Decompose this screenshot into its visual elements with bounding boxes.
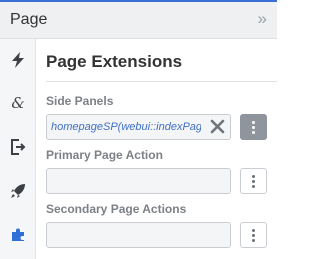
side-rail: & — [0, 39, 36, 259]
rocket-icon[interactable] — [8, 181, 28, 201]
kebab-icon — [252, 174, 255, 188]
clear-icon[interactable] — [210, 119, 225, 134]
secondary-page-actions-label: Secondary Page Actions — [46, 202, 187, 216]
panel-title: Page — [10, 11, 48, 28]
export-icon[interactable] — [8, 137, 28, 157]
puzzle-icon[interactable] — [8, 224, 28, 244]
ampersand-icon[interactable]: & — [8, 93, 28, 113]
primary-page-action-menu-button[interactable] — [240, 168, 267, 194]
secondary-page-actions-menu-button[interactable] — [240, 222, 267, 248]
double-chevron-right-icon[interactable]: » — [258, 9, 267, 29]
kebab-icon — [252, 228, 255, 242]
secondary-page-actions-field[interactable] — [46, 222, 231, 248]
side-panels-label: Side Panels — [46, 94, 114, 108]
primary-page-action-field[interactable] — [46, 168, 231, 194]
panel-header: Page » — [0, 2, 277, 39]
kebab-icon — [252, 120, 255, 134]
section-title: Page Extensions — [46, 52, 183, 71]
divider — [46, 81, 277, 82]
primary-page-action-label: Primary Page Action — [46, 148, 163, 162]
main-content: Page Extensions Side Panels homepageSP(w… — [36, 39, 277, 259]
ampersand-glyph: & — [11, 94, 25, 112]
side-panels-value: homepageSP(webui::indexPageE — [51, 121, 201, 133]
side-panels-menu-button[interactable] — [240, 114, 267, 140]
bolt-icon[interactable] — [8, 50, 28, 70]
side-panels-field[interactable]: homepageSP(webui::indexPageE — [46, 114, 231, 140]
